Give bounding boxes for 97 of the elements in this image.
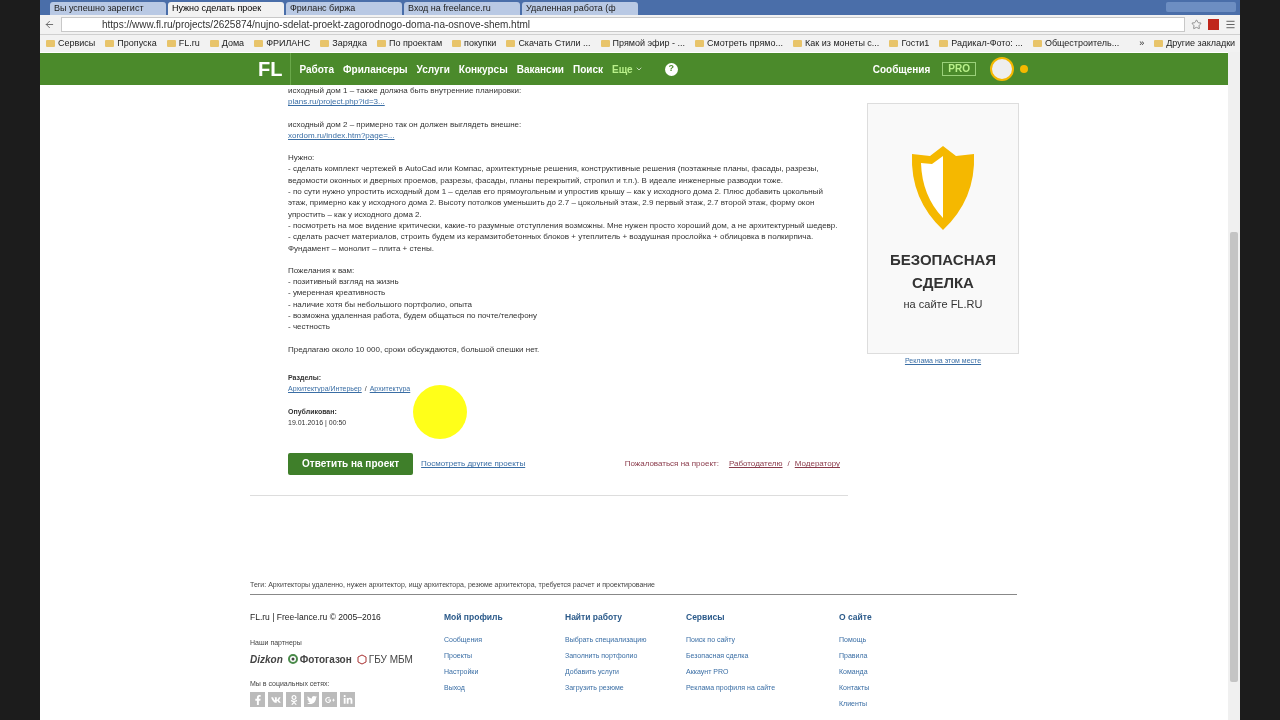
description-text: - позитивный взгляд на жизнь xyxy=(288,276,400,288)
facebook-icon[interactable] xyxy=(250,692,265,707)
footer-heading: Мой профиль xyxy=(444,611,504,624)
ad-title: БЕЗОПАСНАЯ СДЕЛКА xyxy=(888,250,998,293)
description-text: Предлагаю около 10 000, сроки обсуждаются, большой спешки нет. xyxy=(288,343,541,355)
folder-icon xyxy=(254,40,264,47)
folder-icon xyxy=(889,40,899,47)
folder-icon xyxy=(1032,40,1042,47)
copyright-text: FL.ru | Free-lance.ru © 2005–2016 xyxy=(250,611,382,624)
respond-button[interactable]: Ответить на проект xyxy=(288,453,414,476)
description-text: Нужно: xyxy=(288,152,316,164)
folder-icon xyxy=(1154,40,1164,47)
ad-subtitle: на сайте FL.RU xyxy=(903,297,983,312)
ad-banner[interactable]: БЕЗОПАСНАЯ СДЕЛКА на сайте FL.RU xyxy=(867,103,1019,354)
more-menu[interactable]: Еще xyxy=(612,61,643,77)
folder-icon xyxy=(793,40,803,47)
browser-tab[interactable]: Вы успешно зарегист xyxy=(50,2,166,15)
bookmark[interactable]: FL.ru xyxy=(178,36,200,51)
menu-icon[interactable] xyxy=(1225,19,1236,30)
browser-tab[interactable]: Фриланс биржа xyxy=(286,2,402,15)
footer-heading: О сайте xyxy=(839,611,873,624)
separator-text: / xyxy=(787,458,790,470)
odnoklassniki-icon[interactable] xyxy=(286,692,301,707)
linkedin-icon[interactable] xyxy=(340,692,355,707)
caret-icon xyxy=(634,65,643,73)
scrollbar[interactable] xyxy=(1228,52,1240,720)
description-text: - наличие хотя бы небольшого портфолио, опыта xyxy=(288,298,474,311)
folder-icon xyxy=(320,40,330,47)
avatar-icon[interactable] xyxy=(990,57,1014,81)
nav-link[interactable]: Поиск xyxy=(573,61,603,77)
google-plus-icon[interactable] xyxy=(322,692,337,707)
folder-icon xyxy=(695,40,705,47)
bookmark[interactable]: Смотреть прямо... xyxy=(707,36,784,51)
star-icon[interactable] xyxy=(1191,19,1202,30)
site-logo[interactable]: FL xyxy=(250,53,292,85)
bookmark[interactable]: Зарядка xyxy=(332,36,367,51)
description-text: исходный дом 2 – примерно так он должен выглядеть внешне: xyxy=(288,118,523,130)
vk-icon[interactable] xyxy=(268,692,283,707)
description-text: - посмотреть на мое видение критически, какие-то разумные отступления возможны. Мне нужен просто хороший дом, а не архитектурный шедевр. xyxy=(288,219,839,232)
folder-icon xyxy=(600,40,610,47)
nav-link[interactable]: Вакансии xyxy=(516,61,564,77)
twitter-icon[interactable] xyxy=(304,692,319,707)
other-projects-link[interactable]: Посмотреть другие проекты xyxy=(421,458,526,470)
folder-icon xyxy=(939,40,949,47)
description-text: - сделать комплект чертежей в AutoCad или Компас, архитектурные решения, конструктивные решения (поэтажные планы, фасады, разрезы, ведомости оконных и дверных проемов, разрезы, фасады, планы перекрытий, стропил и т.п.). В идеале инженерные разводки тоже. xyxy=(288,163,820,187)
nav-link[interactable]: Работа xyxy=(299,61,335,77)
bookmark[interactable]: Прямой эфир - ... xyxy=(612,36,686,51)
project-link[interactable]: xordom.ru/index.htm?page=... xyxy=(288,129,395,142)
address-field[interactable]: https://www.fl.ru/projects/2625874/nujno-sdelat-proekt-zagorodnogo-doma-na-osnove-shem.html xyxy=(61,17,1185,32)
footer-heading: Найти работу xyxy=(565,611,624,624)
window-controls[interactable] xyxy=(1166,2,1236,12)
bookmark[interactable]: Другие закладки xyxy=(1166,36,1236,51)
bookmark[interactable]: Дома xyxy=(221,36,245,51)
folder-icon xyxy=(209,40,219,47)
messages-link[interactable]: Сообщения xyxy=(872,61,931,77)
bookmark[interactable]: Сервисы xyxy=(58,36,96,51)
footer-heading: Сервисы xyxy=(686,611,726,624)
bookmark[interactable]: Скачать Стили ... xyxy=(518,36,591,51)
browser-tab[interactable]: Нужно сделать проек xyxy=(168,2,284,15)
nav-link[interactable]: Услуги xyxy=(416,61,450,77)
partner-logo[interactable]: Dizkon xyxy=(250,651,283,667)
bookmark[interactable]: Как из монеты с... xyxy=(805,36,880,51)
nav-link[interactable]: Конкурсы xyxy=(458,61,508,77)
bookmark[interactable]: Радикал-Фото: ... xyxy=(951,36,1023,51)
folder-icon xyxy=(506,40,516,47)
description-text: - сделать расчет материалов, строить будем из керамзитобетонных блоков + утеплитель + воздушная прослойка + облицовка в полкирпича. Фундамент – монолит – плита + стены. xyxy=(288,231,815,254)
bookmark[interactable]: По проектам xyxy=(389,36,443,51)
browser-tab[interactable]: Вход на freelance.ru xyxy=(404,2,520,15)
folder-icon xyxy=(166,40,176,47)
partner-logo[interactable]: ГБУ МБМ xyxy=(356,651,413,667)
bookmark[interactable]: ФРИЛАНС xyxy=(266,36,311,51)
partner-logo[interactable]: Фотогазон xyxy=(287,651,352,667)
help-icon[interactable]: ? xyxy=(664,62,678,76)
more-bookmarks[interactable]: » xyxy=(1139,36,1145,51)
complain-link[interactable]: Модератору xyxy=(794,458,840,470)
folder-icon xyxy=(46,40,55,47)
bookmark[interactable]: Общестроитель... xyxy=(1044,36,1120,51)
bookmark[interactable]: покупки xyxy=(464,36,497,51)
description-text: - честность xyxy=(288,321,331,333)
nav-link[interactable]: Фрилансеры xyxy=(343,61,408,77)
complain-label: Пожаловаться на проект: xyxy=(624,458,719,470)
browser-tab[interactable]: Удаленная работа (ф xyxy=(522,2,638,15)
shield-icon xyxy=(910,144,976,232)
bookmark[interactable]: Пропуска xyxy=(117,36,157,51)
back-arrow-icon[interactable] xyxy=(44,19,55,30)
description-text: - возможна удаленная работа, будем общаться по почте/телефону xyxy=(288,310,538,322)
complain-link[interactable]: Работодателю xyxy=(728,458,783,470)
pro-badge[interactable]: PRO xyxy=(942,62,976,76)
folder-icon xyxy=(377,40,386,47)
project-link[interactable]: plans.ru/project.php?id=3... xyxy=(288,96,385,108)
description-text: - по сути нужно упростить исходный дом 1 – сделав его прямоугольным и упростив крышу – как у исходного дома 2. Плюс добавить цокольный этаж, примерно как у исходного дома 2. Высоту потолков уменьшить до 2.7 – цокольный этаж, 2.9 первый этаж, 2.7 второй этаж, форму окон упростить – как у исходного дома 2. xyxy=(288,186,824,220)
description-text: исходный дом 1 – также должна быть внутренние планировки: xyxy=(288,85,523,97)
folder-icon xyxy=(105,40,115,47)
description-text: Пожелания к вам: xyxy=(288,264,356,277)
description-text: - умеренная креативность xyxy=(288,287,387,299)
bookmark[interactable]: Гости1 xyxy=(901,36,930,51)
folder-icon xyxy=(452,40,462,47)
